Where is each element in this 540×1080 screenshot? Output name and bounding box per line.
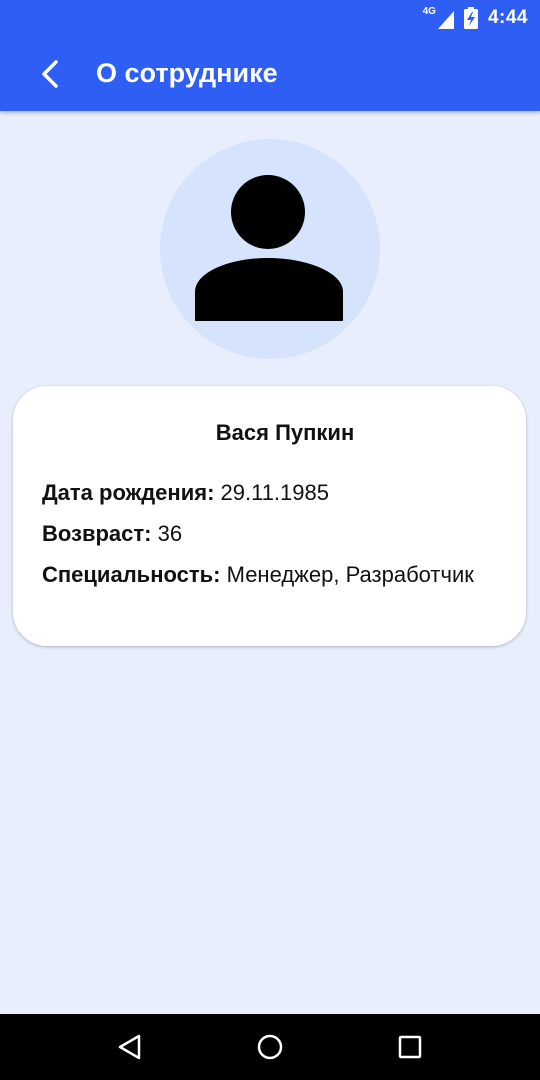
specialty-value: Менеджер, Разработчик — [226, 562, 474, 587]
person-icon — [195, 175, 343, 321]
status-bar: 4G 4:44 — [0, 0, 540, 36]
app-bar: О сотруднике — [0, 36, 540, 111]
nav-home-icon — [257, 1034, 283, 1060]
back-button[interactable] — [30, 54, 70, 94]
system-nav-bar — [0, 1014, 540, 1080]
specialty-row: Специальность: Менеджер, Разработчик — [42, 560, 498, 589]
network-type-label: 4G — [422, 6, 436, 17]
page-title: О сотруднике — [96, 58, 278, 88]
nav-recents-button[interactable] — [380, 1017, 440, 1077]
nav-back-icon — [118, 1034, 141, 1060]
age-row: Возвраст: 36 — [42, 519, 498, 548]
clock: 4:44 — [487, 7, 528, 28]
nav-recents-icon — [398, 1035, 422, 1059]
age-label: Возвраст: — [42, 521, 152, 546]
signal-icon — [437, 11, 454, 29]
employee-card: Вася Пупкин Дата рождения: 29.11.1985 Во… — [13, 386, 526, 646]
specialty-label: Специальность: — [42, 562, 221, 587]
age-value: 36 — [157, 521, 183, 546]
nav-back-button[interactable] — [100, 1017, 160, 1077]
birth-date-value: 29.11.1985 — [220, 480, 329, 505]
nav-home-button[interactable] — [240, 1017, 300, 1077]
network-indicator: 4G — [423, 7, 454, 29]
battery-icon — [463, 7, 478, 29]
arrow-back-icon — [42, 59, 58, 88]
birth-date-row: Дата рождения: 29.11.1985 — [42, 478, 498, 507]
employee-name: Вася Пупкин — [215, 420, 355, 445]
birth-date-label: Дата рождения: — [42, 480, 215, 505]
avatar — [160, 139, 380, 359]
